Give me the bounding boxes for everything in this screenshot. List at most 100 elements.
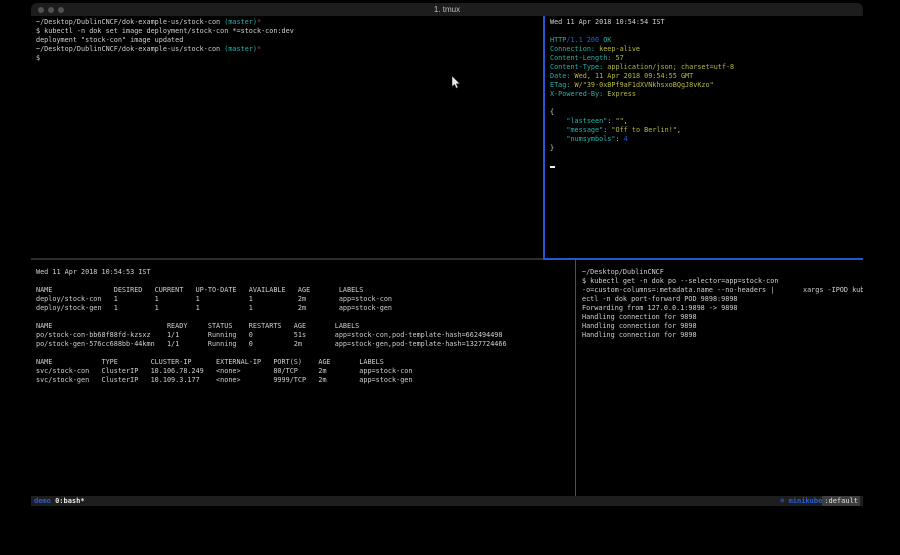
text-segment: $ bbox=[36, 54, 40, 62]
traffic-lights bbox=[38, 3, 64, 16]
terminal-line: svc/stock-con ClusterIP 10.106.78.249 <n… bbox=[36, 367, 574, 376]
text-segment: Content-Type: bbox=[550, 63, 603, 71]
terminal-line: Content-Type: application/json; charset=… bbox=[550, 63, 863, 72]
terminal-line: Handling connection for 9898 bbox=[582, 331, 863, 340]
tmux-window-tab[interactable]: 0:bash* bbox=[55, 496, 85, 506]
text-segment: , bbox=[677, 126, 681, 134]
zoom-button[interactable] bbox=[58, 7, 64, 13]
text-segment: 4 bbox=[624, 135, 628, 143]
terminal-line: X-Powered-By: Express bbox=[550, 90, 863, 99]
terminal-line: NAME DESIRED CURRENT UP-TO-DATE AVAILABL… bbox=[36, 286, 574, 295]
terminal-line bbox=[36, 277, 574, 286]
terminal-line: Content-Length: 57 bbox=[550, 54, 863, 63]
text-segment: Content-Length: bbox=[550, 54, 611, 62]
text-segment: (master) bbox=[224, 45, 257, 53]
text-segment bbox=[550, 135, 566, 143]
text-segment: { bbox=[550, 108, 554, 116]
terminal-line bbox=[550, 153, 863, 162]
minimize-button[interactable] bbox=[48, 7, 54, 13]
text-segment: "message" bbox=[566, 126, 603, 134]
text-segment: W/"39-0xBPf9aF1dXVNkhsxoBQgJ8vKzo" bbox=[570, 81, 713, 89]
text-segment: application/json; charset=utf-8 bbox=[603, 63, 734, 71]
tmux-terminal: ~/Desktop/DublinCNCF/dok-example-us/stoc… bbox=[31, 16, 863, 496]
text-segment: "numsymbols" bbox=[566, 135, 615, 143]
text-segment: $ kubectl -n dok set image deployment/st… bbox=[36, 27, 294, 35]
text-segment: Date: bbox=[550, 72, 570, 80]
text-segment bbox=[550, 117, 566, 125]
terminal-line: po/stock-gen-576cc688bb-44kmn 1/1 Runnin… bbox=[36, 340, 574, 349]
text-segment: OK bbox=[603, 36, 611, 44]
close-button[interactable] bbox=[38, 7, 44, 13]
status-left: demo 0:bash* bbox=[34, 496, 85, 506]
terminal-line: Handling connection for 9898 bbox=[582, 322, 863, 331]
text-segment: : bbox=[615, 135, 623, 143]
pane-top-right-http-response[interactable]: Wed 11 Apr 2018 10:54:54 IST HTTP/1.1 200… bbox=[545, 16, 863, 258]
terminal-line: -o=custom-columns=:metadata.name --no-he… bbox=[582, 286, 863, 295]
terminal-line: ~/Desktop/DublinCNCF bbox=[582, 268, 863, 277]
terminal-line: "lastseen": "", bbox=[550, 117, 863, 126]
text-segment: X-Powered-By: bbox=[550, 90, 603, 98]
text-segment: "Off to Berlin!" bbox=[611, 126, 676, 134]
terminal-line: "message": "Off to Berlin!", bbox=[550, 126, 863, 135]
terminal-line: ETag: W/"39-0xBPf9aF1dXVNkhsxoBQgJ8vKzo" bbox=[550, 81, 863, 90]
text-segment: Wed, 11 Apr 2018 09:54:55 GMT bbox=[570, 72, 693, 80]
text-segment: Wed 11 Apr 2018 10:54:54 IST bbox=[550, 18, 665, 26]
window-title-bar[interactable]: 1. tmux bbox=[31, 3, 863, 16]
terminal-line: ~/Desktop/DublinCNCF/dok-example-us/stoc… bbox=[36, 45, 542, 54]
status-right: ☸ minikube:default bbox=[780, 496, 860, 506]
terminal-line bbox=[550, 27, 863, 36]
pane-divider-top-vertical bbox=[543, 16, 545, 258]
pane-divider-bottom-vertical bbox=[575, 260, 576, 496]
text-segment: ~/Desktop/DublinCNCF/dok-example-us/stoc… bbox=[36, 18, 224, 26]
terminal-line bbox=[550, 162, 863, 171]
text-segment: * bbox=[257, 18, 261, 26]
terminal-line: Connection: keep-alive bbox=[550, 45, 863, 54]
terminal-line: deploy/stock-con 1 1 1 1 2m app=stock-co… bbox=[36, 295, 574, 304]
terminal-line: Date: Wed, 11 Apr 2018 09:54:55 GMT bbox=[550, 72, 863, 81]
text-segment: (master) bbox=[224, 18, 257, 26]
text-segment: deployment "stock-con" image updated bbox=[36, 36, 183, 44]
terminal-line: HTTP/1.1 200 OK bbox=[550, 36, 863, 45]
pane-top-left-shell[interactable]: ~/Desktop/DublinCNCF/dok-example-us/stoc… bbox=[31, 16, 542, 258]
terminal-line: NAME TYPE CLUSTER-IP EXTERNAL-IP PORT(S)… bbox=[36, 358, 574, 367]
terminal-line: NAME READY STATUS RESTARTS AGE LABELS bbox=[36, 322, 574, 331]
terminal-line: svc/stock-gen ClusterIP 10.109.3.177 <no… bbox=[36, 376, 574, 385]
text-segment: "lastseen" bbox=[566, 117, 607, 125]
window-title: 1. tmux bbox=[31, 3, 863, 16]
terminal-window: 1. tmux ~/Desktop/DublinCNCF/dok-example… bbox=[31, 3, 863, 513]
terminal-line: Wed 11 Apr 2018 10:54:53 IST bbox=[36, 268, 574, 277]
terminal-line: ~/Desktop/DublinCNCF/dok-example-us/stoc… bbox=[36, 18, 542, 27]
kube-namespace: :default bbox=[822, 496, 860, 506]
terminal-line bbox=[36, 349, 574, 358]
text-segment: "" bbox=[615, 117, 623, 125]
text-segment: keep-alive bbox=[595, 45, 640, 53]
mouse-cursor-icon bbox=[452, 74, 461, 93]
text-segment: } bbox=[550, 144, 554, 152]
terminal-line: po/stock-con-bb68f88fd-kzsxz 1/1 Running… bbox=[36, 331, 574, 340]
terminal-line: $ kubectl get -n dok po --selector=app=s… bbox=[582, 277, 863, 286]
session-name: demo bbox=[34, 496, 51, 506]
terminal-line: { bbox=[550, 108, 863, 117]
pane-bottom-right-port-forward[interactable]: ~/Desktop/DublinCNCF$ kubectl get -n dok… bbox=[577, 260, 863, 496]
text-segment: * bbox=[257, 45, 261, 53]
terminal-line: "numsymbols": 4 bbox=[550, 135, 863, 144]
text-segment: ~/Desktop/DublinCNCF/dok-example-us/stoc… bbox=[36, 45, 224, 53]
terminal-line: Handling connection for 9898 bbox=[582, 313, 863, 322]
kube-context: minikube bbox=[789, 496, 823, 506]
pane-divider-horizontal-left bbox=[31, 258, 543, 260]
text-segment: /1.1 200 bbox=[566, 36, 599, 44]
pane-divider-horizontal-right-active bbox=[543, 258, 863, 260]
text-cursor bbox=[550, 166, 555, 169]
terminal-line: ectl -n dok port-forward POD 9898:9898 bbox=[582, 295, 863, 304]
text-segment: 57 bbox=[611, 54, 623, 62]
tmux-status-bar: demo 0:bash* ☸ minikube:default bbox=[31, 496, 863, 506]
terminal-line bbox=[36, 313, 574, 322]
text-segment: HTTP bbox=[550, 36, 566, 44]
terminal-line: Forwarding from 127.0.0.1:9898 -> 9898 bbox=[582, 304, 863, 313]
text-segment bbox=[550, 126, 566, 134]
text-segment: Express bbox=[603, 90, 636, 98]
terminal-line bbox=[550, 99, 863, 108]
text-segment: Connection: bbox=[550, 45, 595, 53]
pane-bottom-left-kubectl-watch[interactable]: Wed 11 Apr 2018 10:54:53 IST NAME DESIRED… bbox=[31, 260, 574, 496]
terminal-line: Wed 11 Apr 2018 10:54:54 IST bbox=[550, 18, 863, 27]
